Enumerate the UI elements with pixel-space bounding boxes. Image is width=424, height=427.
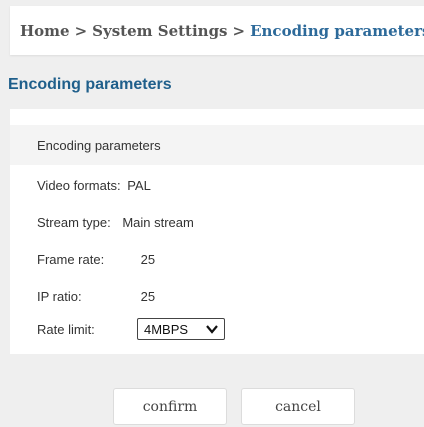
video-format-value: PAL (127, 178, 151, 193)
breadcrumb-current: Encoding parameters (250, 21, 424, 40)
breadcrumb: Home > System Settings > Encoding parame… (10, 6, 424, 55)
breadcrumb-separator: > (74, 21, 88, 40)
frame-rate-row: Frame rate: 25 (37, 252, 155, 267)
stream-type-row: Stream type: Main stream (37, 215, 194, 230)
video-format-row: Video formats: PAL (37, 178, 151, 193)
frame-rate-value: 25 (140, 252, 156, 267)
stream-type-value: Main stream (122, 215, 194, 230)
ip-ratio-label: IP ratio: (37, 289, 82, 304)
video-format-label: Video formats: (37, 178, 121, 193)
stream-type-label: Stream type: (37, 215, 111, 230)
breadcrumb-home[interactable]: Home (20, 22, 70, 40)
chevron-down-icon (205, 323, 219, 338)
ip-ratio-row: IP ratio: 25 (37, 289, 155, 304)
ip-ratio-value: 25 (140, 289, 156, 304)
panel-header-title: Encoding parameters (37, 138, 161, 153)
breadcrumb-system-settings[interactable]: System Settings (92, 22, 227, 40)
rate-limit-selected-value: 4MBPS (144, 322, 189, 337)
rate-limit-row: Rate limit: (37, 322, 95, 337)
panel-header: Encoding parameters (10, 125, 424, 165)
cancel-button[interactable]: cancel (241, 388, 355, 425)
encoding-panel: Encoding parameters Video formats: PAL S… (10, 109, 424, 354)
rate-limit-select[interactable]: 4MBPS (137, 318, 225, 340)
breadcrumb-separator: > (232, 21, 246, 40)
frame-rate-label: Frame rate: (37, 252, 105, 267)
confirm-button[interactable]: confirm (113, 388, 227, 425)
rate-limit-label: Rate limit: (37, 322, 95, 337)
page-title: Encoding parameters (8, 76, 172, 93)
